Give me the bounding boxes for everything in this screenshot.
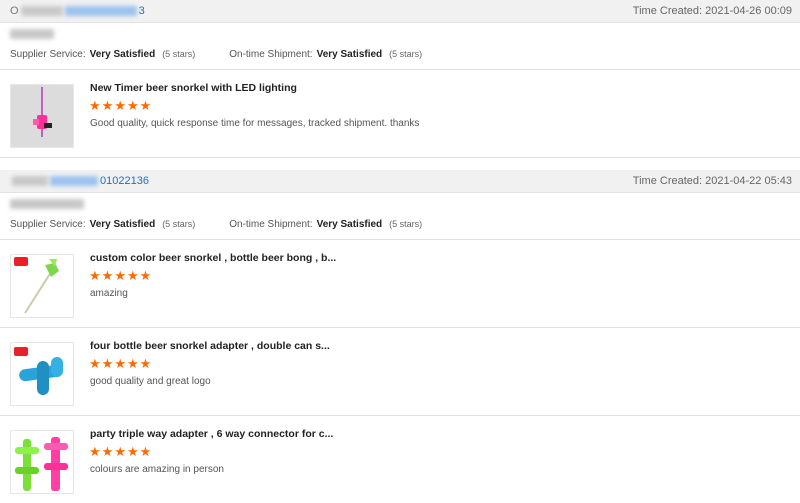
redacted-text <box>20 6 63 16</box>
redacted-text <box>12 176 48 186</box>
ratings-row: Supplier Service: Very Satisfied (5 star… <box>0 215 800 233</box>
star-icon: ★ <box>89 444 101 459</box>
product-review: four bottle beer snorkel adapter , doubl… <box>0 327 800 415</box>
star-icon: ★ <box>114 268 126 283</box>
redacted-order-id <box>50 176 98 186</box>
star-icon: ★ <box>114 356 126 371</box>
product-star-rating: ★ ★ ★ ★ ★ <box>89 269 151 282</box>
star-icon: ★ <box>126 356 139 371</box>
order-prefix: O <box>10 5 19 17</box>
led-beer-snorkel-thumb[interactable] <box>10 84 74 148</box>
star-icon: ★ <box>139 268 152 283</box>
redacted-order-id <box>64 6 137 16</box>
time-created-label: Time Created: <box>632 175 703 187</box>
product-review: custom color beer snorkel , bottle beer … <box>0 239 800 327</box>
star-icon: ★ <box>126 268 139 283</box>
order-id-link[interactable]: 01022136 <box>100 175 149 187</box>
order-card: 01022136 Time Created: 2021-04-22 05:43 … <box>0 170 800 503</box>
supplier-service-label: Supplier Service: <box>10 48 86 60</box>
blue-snorkel-adapter-thumb[interactable] <box>10 342 74 406</box>
buyer-row <box>0 193 800 215</box>
product-star-rating: ★ ★ ★ ★ ★ <box>89 357 151 370</box>
star-icon: ★ <box>101 98 114 113</box>
supplier-service-stars: (5 stars) <box>162 49 196 59</box>
shipment-value: Very Satisfied <box>316 48 383 60</box>
review-text: Good quality, quick response time for me… <box>90 118 420 129</box>
time-created-value: 2021-04-26 00:09 <box>705 5 792 17</box>
review-text: amazing <box>90 288 128 299</box>
order-card: O 3 Time Created: 2021-04-26 00:09 Suppl… <box>0 0 800 157</box>
star-icon: ★ <box>101 444 114 459</box>
star-icon: ★ <box>89 98 101 113</box>
supplier-service-label: Supplier Service: <box>10 218 86 230</box>
product-star-rating: ★ ★ ★ ★ ★ <box>89 445 151 458</box>
order-divider <box>0 157 800 170</box>
supplier-service-stars: (5 stars) <box>162 219 196 229</box>
shipment-rating: On-time Shipment: Very Satisfied (5 star… <box>229 219 422 230</box>
shipment-value: Very Satisfied <box>316 218 383 230</box>
triple-way-adapter-thumb[interactable] <box>10 430 74 494</box>
star-icon: ★ <box>89 356 101 371</box>
supplier-service-rating: Supplier Service: Very Satisfied (5 star… <box>10 219 195 230</box>
star-icon: ★ <box>139 444 152 459</box>
redacted-buyer-name <box>10 199 84 209</box>
star-icon: ★ <box>89 268 101 283</box>
shipment-stars: (5 stars) <box>389 219 423 229</box>
product-review: party triple way adapter , 6 way connect… <box>0 415 800 503</box>
green-beer-snorkel-thumb[interactable] <box>10 254 74 318</box>
redacted-buyer-name <box>10 29 54 39</box>
star-icon: ★ <box>114 98 126 113</box>
order-header: 01022136 Time Created: 2021-04-22 05:43 <box>0 170 800 193</box>
star-icon: ★ <box>139 356 152 371</box>
star-icon: ★ <box>126 98 139 113</box>
shipment-stars: (5 stars) <box>389 49 423 59</box>
product-review: New Timer beer snorkel with LED lighting… <box>0 69 800 157</box>
order-number: O 3 <box>10 5 145 17</box>
star-icon: ★ <box>139 98 152 113</box>
supplier-service-rating: Supplier Service: Very Satisfied (5 star… <box>10 49 195 60</box>
time-created-value: 2021-04-22 05:43 <box>705 175 792 187</box>
time-created: Time Created: 2021-04-26 00:09 <box>633 5 792 17</box>
review-text: colours are amazing in person <box>90 464 224 475</box>
shipment-label: On-time Shipment: <box>229 48 313 60</box>
product-title-link[interactable]: custom color beer snorkel , bottle beer … <box>90 252 336 264</box>
product-star-rating: ★ ★ ★ ★ ★ <box>89 99 151 112</box>
time-created-label: Time Created: <box>632 5 703 17</box>
star-icon: ★ <box>126 444 139 459</box>
product-title-link[interactable]: New Timer beer snorkel with LED lighting <box>90 82 297 94</box>
product-title-link[interactable]: party triple way adapter , 6 way connect… <box>90 428 333 440</box>
supplier-service-value: Very Satisfied <box>89 218 156 230</box>
order-header: O 3 Time Created: 2021-04-26 00:09 <box>0 0 800 23</box>
supplier-service-value: Very Satisfied <box>89 48 156 60</box>
buyer-row <box>0 23 800 45</box>
star-icon: ★ <box>114 444 126 459</box>
shipment-label: On-time Shipment: <box>229 218 313 230</box>
order-number: 01022136 <box>10 175 149 187</box>
time-created: Time Created: 2021-04-22 05:43 <box>633 175 792 187</box>
shipment-rating: On-time Shipment: Very Satisfied (5 star… <box>229 49 422 60</box>
product-title-link[interactable]: four bottle beer snorkel adapter , doubl… <box>90 340 330 352</box>
review-text: good quality and great logo <box>90 376 211 387</box>
ratings-row: Supplier Service: Very Satisfied (5 star… <box>0 45 800 63</box>
star-icon: ★ <box>101 356 114 371</box>
star-icon: ★ <box>101 268 114 283</box>
order-id-link[interactable]: 3 <box>139 5 145 17</box>
